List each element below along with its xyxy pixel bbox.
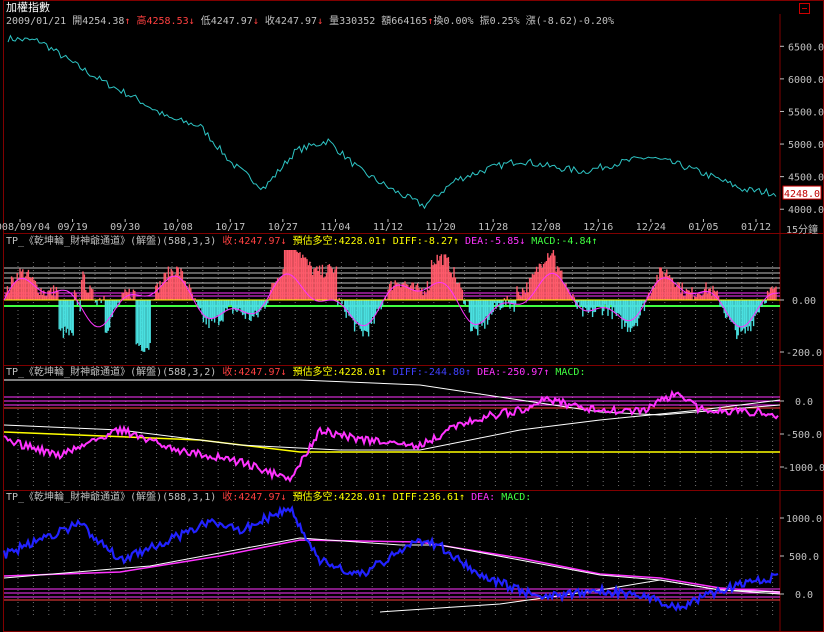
- panel1-forecast: 預估多空:4228.01↑: [292, 236, 387, 247]
- panel3-macd: MACD:: [501, 492, 532, 503]
- close-label: 收: [264, 16, 275, 27]
- panel1-macd: MACD:-4.84↑: [531, 236, 598, 247]
- panel1-diff: DIFF:-8.27↑: [392, 236, 460, 247]
- high-value: 4258.53: [146, 16, 189, 27]
- panel2-dea: DEA:-250.97↑: [477, 367, 550, 378]
- osc-axis-label: 0.00: [792, 296, 816, 307]
- panel1-header: TP_《乾坤輪_財神爺通道》(解盤)(588,3,3) 收:4247.97↓ 預…: [6, 236, 598, 248]
- index-title: 加權指數: [6, 1, 50, 14]
- dea-line: [3, 539, 781, 593]
- amount-label: 額: [381, 16, 392, 27]
- up-arrow-icon: ↑: [124, 16, 131, 27]
- panel2-label: TP_《乾坤輪_財神爺通道》(解盤)(588,3,2): [6, 367, 217, 378]
- timeframe-label[interactable]: 15分鐘: [786, 221, 818, 236]
- x-axis-label: 09/19: [58, 222, 88, 233]
- x-axis-label: 12/24: [636, 222, 666, 233]
- change-value: (-8.62)-0.20%: [535, 16, 614, 27]
- panel3-dea: DEA:: [471, 492, 496, 503]
- down-arrow-icon: ↓: [317, 16, 324, 27]
- x-axis-label: 11/28: [478, 222, 508, 233]
- chart-frame: [3, 0, 824, 632]
- x-axis-label: 12/08: [531, 222, 561, 233]
- open-value: 4254.38: [82, 16, 125, 27]
- panel2-close: 收:4247.97↓: [222, 367, 287, 378]
- change-label: 漲: [525, 16, 536, 27]
- amplitude-value: 0.25%: [489, 16, 520, 27]
- panel2-forecast: 預估多空:4228.01↑: [292, 367, 387, 378]
- x-axis-label: 2008/09/04: [0, 222, 50, 233]
- low-value: 4247.97: [210, 16, 253, 27]
- price-line: [7, 34, 777, 210]
- price-axis-label: 4500.0: [788, 173, 824, 184]
- x-axis-label: 11/04: [320, 222, 350, 233]
- panel3-diff: DIFF:236.61↑: [392, 492, 466, 503]
- x-axis-label: 09/30: [110, 222, 140, 233]
- open-label: 開: [72, 16, 83, 27]
- down-arrow-icon: ↓: [252, 16, 259, 27]
- panel1-dea: DEA:-5.85↓: [465, 236, 526, 247]
- x-axis-label: 10/08: [163, 222, 193, 233]
- panel3-header: TP_《乾坤輪_財神爺通道》(解盤)(588,3,1) 收:4247.97↓ 預…: [6, 492, 531, 504]
- osc-axis-label: -500.0: [786, 430, 822, 441]
- turnover-value: 0.00%: [443, 16, 474, 27]
- quote-date: 2009/01/21: [6, 16, 67, 27]
- volume-value: 330352: [339, 16, 376, 27]
- panel3-forecast: 預估多空:4228.01↑: [292, 492, 387, 503]
- close-value: 4247.97: [274, 16, 318, 27]
- low-label: 低: [200, 16, 211, 27]
- high-label: 高: [136, 16, 147, 27]
- amount-value: 664165: [391, 16, 428, 27]
- price-axis-label: 6500.0: [788, 42, 824, 53]
- price-axis-label: 6000.0: [788, 75, 824, 86]
- price-axis-label: 5000.0: [788, 140, 824, 151]
- x-axis-label: 10/17: [215, 222, 245, 233]
- amplitude-label: 振: [479, 16, 490, 27]
- osc-axis-label: 0.0: [795, 397, 813, 408]
- x-axis-label: 01/12: [741, 222, 771, 233]
- volume-label: 量: [329, 16, 340, 27]
- panel3-close: 收:4247.97↓: [222, 492, 287, 503]
- osc-axis-label: 0.0: [795, 590, 813, 601]
- turnover-label: 換: [433, 16, 444, 27]
- x-axis-label: 11/12: [373, 222, 403, 233]
- x-axis-label: 10/27: [268, 222, 298, 233]
- diff-line: [2, 505, 779, 612]
- white-line: [3, 537, 781, 593]
- minimize-button[interactable]: [799, 3, 810, 14]
- panel1-label: TP_《乾坤輪_財神爺通道》(解盤)(588,3,3): [6, 236, 217, 247]
- panel1-close: 收:4247.97↓: [222, 236, 287, 247]
- panel2-macd: MACD:: [555, 367, 586, 378]
- osc-axis-label: 500.0: [789, 552, 819, 563]
- price-axis-label: 5500.0: [788, 107, 824, 118]
- quote-bar: 2009/01/21 開4254.38↑ 高4258.53↓ 低4247.97↓…: [6, 16, 614, 28]
- panel2-header: TP_《乾坤輪_財神爺通道》(解盤)(588,3,2) 收:4247.97↓ 預…: [6, 367, 585, 379]
- x-axis-label: 12/16: [583, 222, 613, 233]
- osc-axis-label: -1000.0: [783, 463, 824, 474]
- x-axis-label: 01/05: [688, 222, 718, 233]
- osc-axis-label: 1000.0: [786, 514, 822, 525]
- last-price-value: 4248.0: [784, 189, 820, 200]
- technical-chart: 6500.0 6000.0 5500.0 5000.0 4500.0 4000.0 4248…: [0, 0, 824, 632]
- osc-axis-label: -200.0: [786, 348, 822, 359]
- x-axis-label: 11/20: [426, 222, 456, 233]
- panel3-label: TP_《乾坤輪_財神爺通道》(解盤)(588,3,1): [6, 492, 217, 503]
- down-arrow-icon: ↓: [188, 16, 195, 27]
- panel2-diff: DIFF:-244.80↑: [392, 367, 472, 378]
- price-axis-label: 4000.0: [788, 205, 824, 216]
